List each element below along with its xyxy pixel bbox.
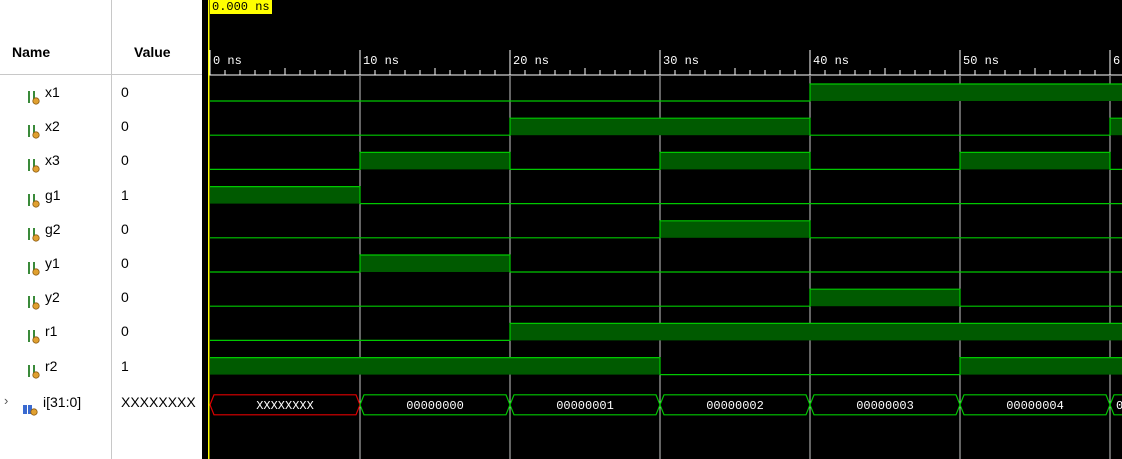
waveform-y2 [210, 288, 1122, 307]
signal-name-r2[interactable]: r2 [26, 349, 57, 383]
bus-value-label: 00000000 [406, 399, 464, 413]
wave-high-fill [1110, 84, 1122, 101]
wave-high-fill [1110, 118, 1122, 136]
signal-value-g1: 1 [121, 186, 129, 203]
wave-high-fill [810, 289, 960, 307]
signal-label: i[31:0] [43, 393, 82, 410]
wave-high-fill [660, 152, 810, 170]
wave-high-fill [210, 186, 360, 204]
signal-label: r2 [45, 357, 58, 374]
signal-label: y2 [45, 289, 60, 306]
ruler-label: 20 ns [513, 54, 549, 68]
signal-label: r1 [45, 323, 58, 340]
bit-signal-icon [26, 84, 40, 105]
bit-signal-icon [26, 118, 40, 139]
signal-label: y1 [45, 255, 60, 271]
name-column-header[interactable]: Name [12, 44, 50, 60]
signal-name-g1[interactable]: g1 [26, 178, 61, 212]
bit-signal-icon [26, 221, 40, 242]
wave-high-fill [510, 118, 660, 136]
signal-value-x1: 0 [121, 84, 129, 100]
value-column-header[interactable]: Value [134, 44, 171, 60]
ruler-label: 10 ns [363, 54, 399, 68]
signal-name-x3[interactable]: x3 [26, 143, 60, 177]
signal-name-y1[interactable]: y1 [26, 246, 60, 280]
wave-high-fill [660, 220, 810, 238]
bit-signal-icon [26, 255, 40, 276]
bit-signal-icon [26, 289, 40, 310]
wave-high-fill [510, 323, 660, 341]
signal-label: g1 [45, 186, 61, 203]
expand-chevron-icon[interactable]: › [4, 393, 8, 408]
wave-high-fill [810, 323, 960, 341]
signal-value-x2: 0 [121, 118, 129, 135]
signal-value-y2: 0 [121, 289, 129, 306]
cursor-time-label: 0.000 ns [210, 0, 272, 14]
signal-label: g2 [45, 220, 61, 237]
wave-high-fill [510, 357, 660, 375]
ruler-label: 30 ns [663, 54, 699, 68]
bit-signal-icon [26, 358, 40, 379]
signal-value-g2: 0 [121, 220, 129, 237]
wave-high-fill [1110, 357, 1122, 375]
waveform-canvas: 0 ns 10 ns 20 ns 30 ns 40 ns 50 ns 6XXXXXXXX 00… [208, 0, 1122, 459]
wave-high-fill [960, 84, 1110, 101]
signal-value-bus: XXXXXXXX [121, 393, 196, 410]
bus-value-label: XXXXXXXX [256, 399, 314, 413]
ruler-label: 0 ns [213, 54, 242, 68]
wave-high-fill [210, 357, 360, 375]
ruler-label: 50 ns [963, 54, 999, 68]
ruler-label: 40 ns [813, 54, 849, 68]
signal-value-r1: 0 [121, 323, 129, 340]
wave-high-fill [1110, 323, 1122, 341]
wave-high-fill [360, 255, 510, 272]
bus-value-label: 00000003 [856, 399, 914, 413]
signal-value-y1: 0 [121, 255, 129, 271]
column-divider[interactable] [111, 0, 112, 459]
bus-value-label: 00000001 [556, 399, 614, 413]
signal-name-g2[interactable]: g2 [26, 212, 61, 246]
signal-name-x1[interactable]: x1 [26, 75, 60, 109]
signal-name-x2[interactable]: x2 [26, 109, 60, 143]
signal-value-r2: 1 [121, 357, 129, 374]
wave-high-fill [360, 152, 510, 170]
bus-value-label: 00000002 [706, 399, 764, 413]
signal-value-x3: 0 [121, 152, 129, 169]
wave-high-fill [960, 323, 1110, 341]
signal-label: x2 [45, 118, 60, 135]
bit-signal-icon [26, 152, 40, 173]
signal-name-r1[interactable]: r1 [26, 314, 57, 348]
bus-signal-icon [22, 395, 38, 416]
signal-label: x1 [45, 84, 60, 100]
wave-high-fill [960, 152, 1110, 170]
wave-high-fill [660, 118, 810, 136]
signal-name-y2[interactable]: y2 [26, 280, 60, 314]
bus-value-label: 00000004 [1006, 399, 1064, 413]
bit-signal-icon [26, 323, 40, 344]
waveform-panel[interactable]: 0 ns 10 ns 20 ns 30 ns 40 ns 50 ns 6 XXXXXXXX 00… [208, 0, 1122, 459]
signal-name-bus[interactable]: i[31:0] [22, 385, 81, 419]
wave-high-fill [660, 323, 810, 341]
ruler-label: 6 [1113, 54, 1120, 68]
wave-high-fill [360, 357, 510, 375]
wave-high-fill [960, 357, 1110, 375]
signal-label: x3 [45, 152, 60, 169]
waveform-y1 [210, 254, 1122, 273]
bit-signal-icon [26, 187, 40, 208]
wave-high-fill [810, 84, 960, 101]
bus-value-label: 0 [1116, 399, 1122, 413]
